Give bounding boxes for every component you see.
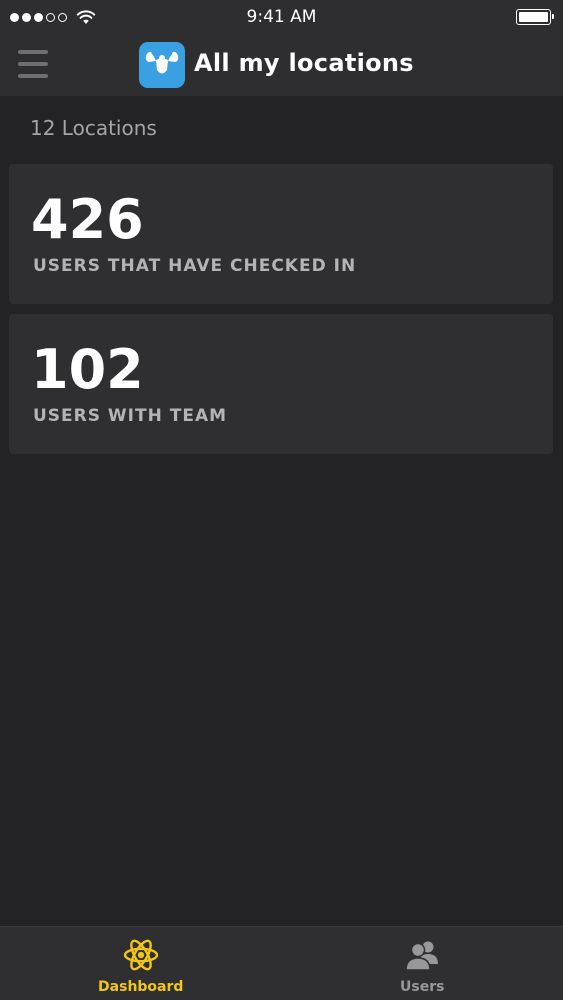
stat-value: 426 (31, 188, 144, 251)
signal-dot (34, 12, 43, 22)
signal-dot-empty (58, 12, 67, 22)
tab-label: Users (400, 979, 445, 995)
signal-strength (10, 9, 96, 25)
app-logo (139, 42, 185, 88)
stat-value: 102 (31, 338, 144, 401)
battery-level (519, 12, 548, 22)
stat-label: USERS THAT HAVE CHECKED IN (33, 256, 357, 276)
users-icon (405, 941, 439, 971)
signal-dot-empty (46, 12, 55, 22)
flexing-arms-icon (145, 51, 179, 74)
battery-icon (516, 9, 554, 25)
locations-count: 12 Locations (30, 116, 157, 140)
app-header: All my locations (0, 34, 563, 96)
tab-label: Dashboard (98, 979, 184, 995)
signal-dot (22, 12, 31, 22)
tab-users[interactable]: Users (282, 927, 563, 1000)
page-title: All my locations (194, 49, 414, 77)
stat-label: USERS WITH TEAM (33, 406, 228, 426)
hamburger-menu-icon[interactable] (18, 50, 48, 78)
atom-icon (123, 939, 158, 971)
app-screen: 9:41 AM All my locations 12 Locations 42… (0, 0, 563, 1000)
wifi-icon (76, 10, 96, 24)
signal-dot (10, 12, 19, 22)
status-bar: 9:41 AM (0, 0, 563, 34)
tab-dashboard[interactable]: Dashboard (0, 927, 282, 1000)
stat-card-with-team[interactable]: 102 USERS WITH TEAM (9, 314, 553, 454)
stat-card-checked-in[interactable]: 426 USERS THAT HAVE CHECKED IN (9, 164, 553, 304)
tab-bar: Dashboard Users (0, 926, 563, 1000)
